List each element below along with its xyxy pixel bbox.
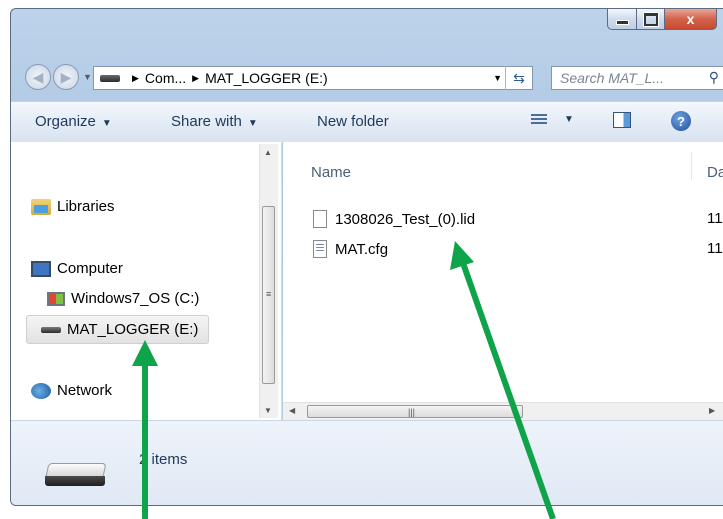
annotation-arrow-left xyxy=(132,340,158,519)
annotation-arrow-right xyxy=(450,241,556,519)
annotation-arrows xyxy=(132,241,556,519)
screenshot-frame: x ◀ ▶ ▼ ▶ Com... ▶ MAT_LOGGER (E:) ▼ ⇆ S… xyxy=(0,0,723,519)
